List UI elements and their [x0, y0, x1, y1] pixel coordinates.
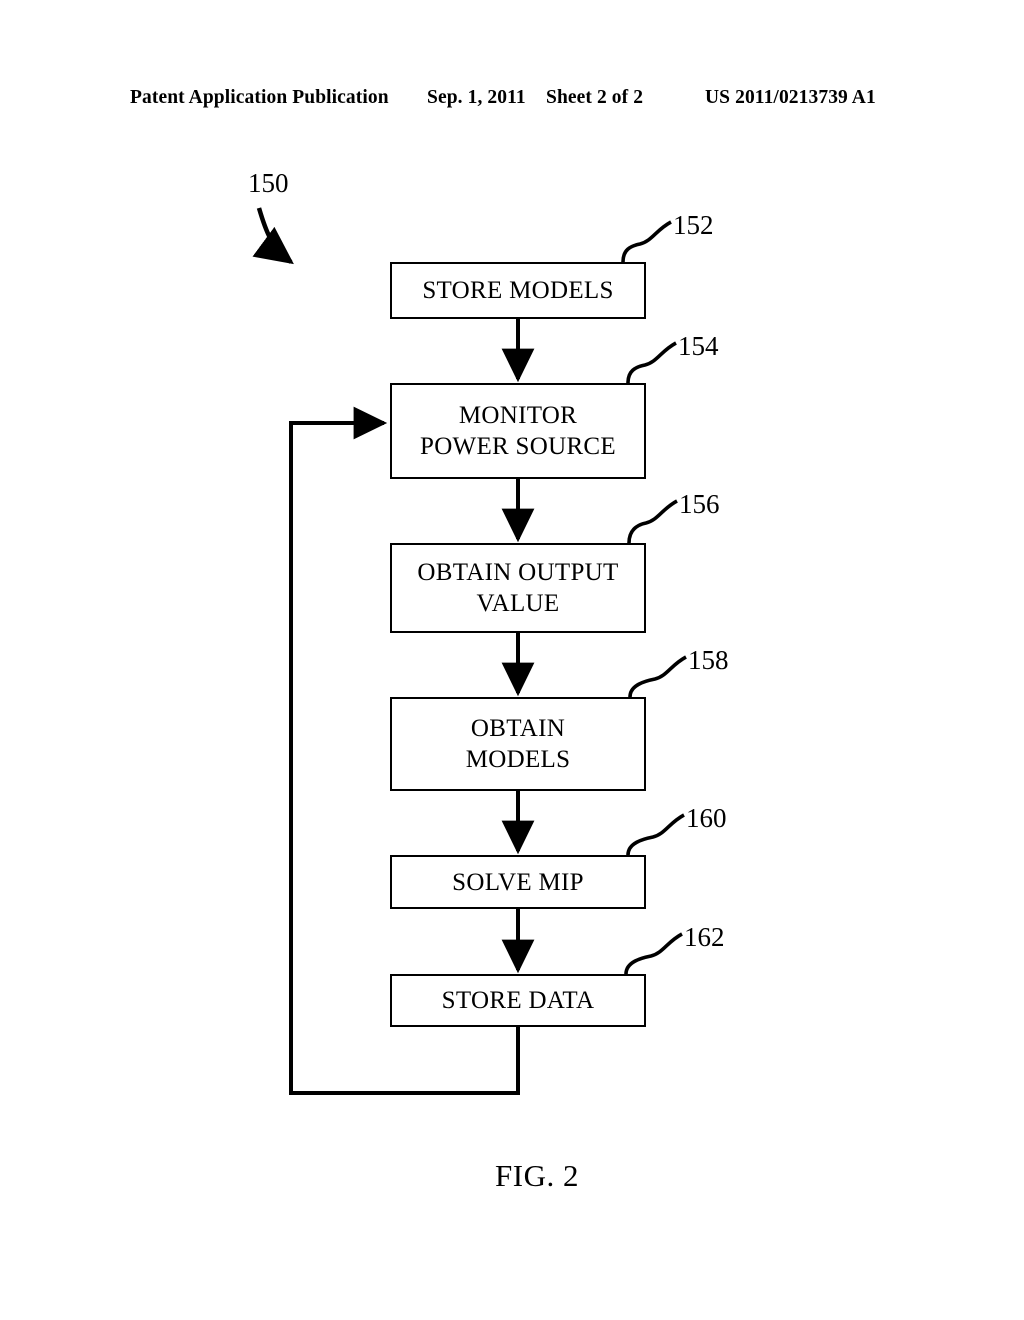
leader-arrow-150 [252, 207, 294, 265]
flowchart-step-label: STORE DATA [441, 987, 595, 1014]
reference-numeral-154: 154 [678, 331, 719, 361]
figure-caption-text: FIG. 2 [495, 1158, 579, 1193]
leader-line-162 [624, 932, 683, 975]
reference-numeral-158: 158 [688, 645, 729, 675]
figure-drawing-area: STORE MODELS MONITOR POWER SOURCE OBTAIN… [0, 0, 1024, 1320]
flowchart-step-label: STORE MODELS [422, 277, 614, 304]
flowchart-step-obtain-models[interactable]: OBTAIN MODELS [390, 697, 646, 791]
reference-numeral-152: 152 [673, 210, 714, 240]
leader-line-152 [621, 220, 672, 263]
leader-line-158 [628, 655, 687, 698]
leader-line-156 [627, 499, 678, 544]
flowchart-step-label: OBTAIN OUTPUT VALUE [417, 559, 619, 617]
flowchart-step-label: MONITOR POWER SOURCE [420, 402, 616, 460]
reference-numeral-150: 150 [248, 168, 289, 198]
flowchart-connector-layer [252, 207, 687, 1095]
flowchart-step-label: SOLVE MIP [452, 868, 584, 896]
flowchart-step-store-models[interactable]: STORE MODELS [390, 262, 646, 319]
flowchart-step-monitor-power-source[interactable]: MONITOR POWER SOURCE [390, 383, 646, 479]
flowchart-step-label: OBTAIN MODELS [465, 715, 571, 773]
flowchart-step-solve-mip[interactable]: SOLVE MIP [390, 855, 646, 909]
flowchart-step-obtain-output-value[interactable]: OBTAIN OUTPUT VALUE [390, 543, 646, 633]
reference-numeral-156: 156 [679, 489, 720, 519]
reference-numeral-162: 162 [684, 922, 725, 952]
flowchart-step-store-data[interactable]: STORE DATA [390, 974, 646, 1027]
leader-line-160 [626, 813, 685, 856]
leader-line-154 [626, 341, 677, 384]
reference-numeral-160: 160 [686, 803, 727, 833]
figure-caption: FIG. 2 [0, 1158, 1024, 1194]
